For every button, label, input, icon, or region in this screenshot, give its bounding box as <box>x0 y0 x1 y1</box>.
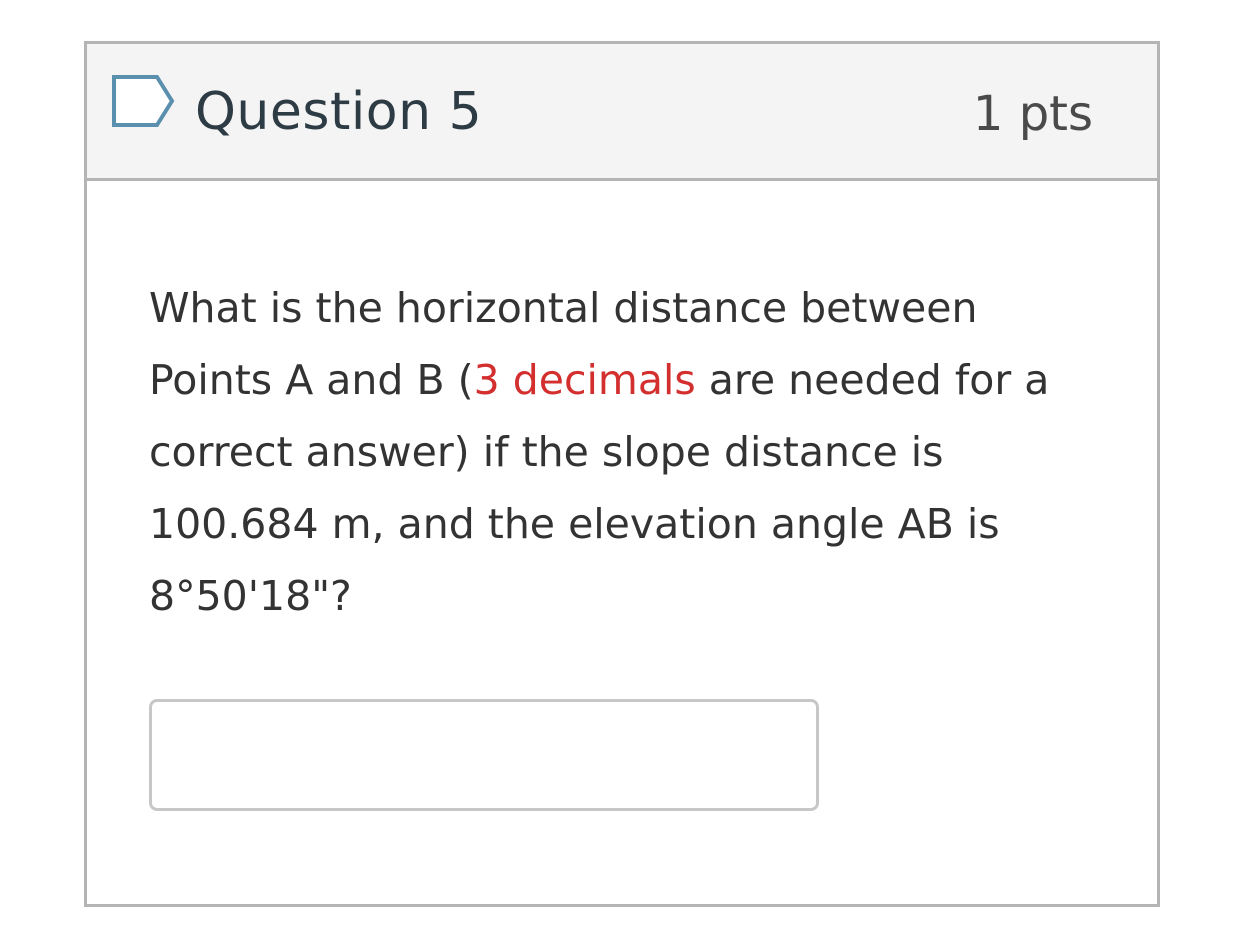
question-header: Question 5 1 pts <box>87 44 1157 181</box>
question-title: Question 5 <box>195 82 483 142</box>
answer-input[interactable] <box>149 699 819 811</box>
question-points: 1 pts <box>972 86 1093 142</box>
question-text: What is the horizontal distance between … <box>149 272 1089 632</box>
question-text-highlight: 3 decimals <box>473 356 696 404</box>
bookmark-flag-icon[interactable] <box>111 74 175 128</box>
question-card: Question 5 1 pts What is the horizontal … <box>84 41 1160 907</box>
